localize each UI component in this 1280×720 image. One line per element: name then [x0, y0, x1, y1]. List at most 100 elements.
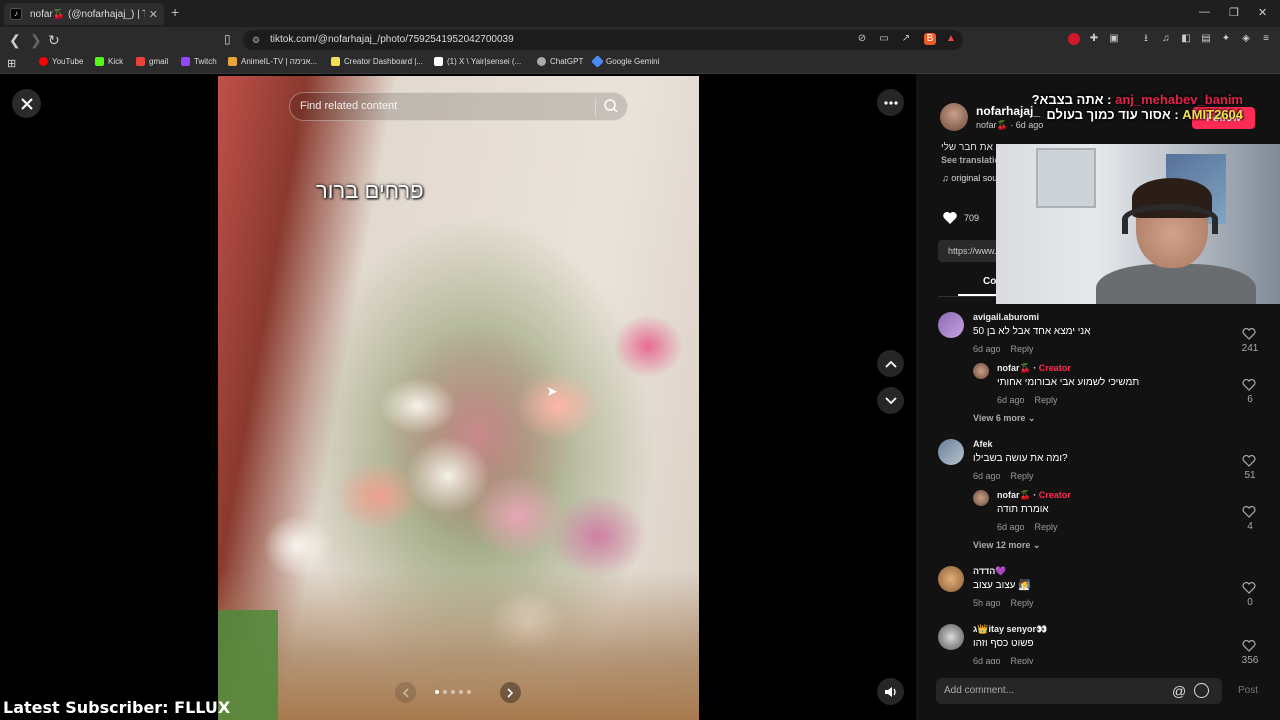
reply-button[interactable]: Reply: [1011, 471, 1034, 481]
address-toolbar: ❮ ❯ ↻ ▯ ⚙ tiktok.com/@nofarhajaj_/photo/…: [0, 27, 1280, 53]
reply-button[interactable]: Reply: [1011, 344, 1034, 354]
browser-tab[interactable]: ♪ nofar🍒 (@nofarhajaj_) | TikT... ✕: [4, 3, 164, 25]
brave-shield-icon[interactable]: B: [924, 33, 936, 45]
bookmark-icon[interactable]: ▯: [224, 32, 231, 46]
translate-icon[interactable]: ⊘: [856, 33, 868, 45]
bookmark-gemini[interactable]: Google Gemini: [591, 55, 659, 68]
share-icon[interactable]: ↗: [900, 33, 912, 45]
menu-icon[interactable]: ≡: [1260, 33, 1272, 45]
avatar[interactable]: [973, 490, 989, 506]
comment-author[interactable]: avigail.aburomi: [973, 312, 1039, 322]
comment-like-count: 4: [1247, 521, 1253, 532]
music-note-icon: ♫: [942, 173, 952, 183]
carousel-next-button[interactable]: [500, 682, 521, 703]
bookmark-twitch[interactable]: Twitch: [181, 57, 217, 66]
carousel-dot[interactable]: [467, 690, 471, 694]
mention-icon[interactable]: @: [1172, 678, 1186, 704]
comment-author[interactable]: ג👑itay senyor👀: [973, 624, 1047, 635]
avatar[interactable]: [938, 439, 964, 465]
url-field[interactable]: ⚙ tiktok.com/@nofarhajaj_/photo/75925419…: [243, 30, 963, 50]
related-search-bar[interactable]: Find related content: [289, 92, 628, 121]
flower-bouquet-photo[interactable]: [218, 76, 699, 720]
brave-rewards-icon[interactable]: ▲: [945, 33, 957, 45]
author-avatar[interactable]: [940, 103, 968, 131]
carousel-prev-button[interactable]: [395, 682, 416, 703]
add-comment-input[interactable]: Add comment... @: [936, 678, 1222, 704]
carousel-dot[interactable]: [459, 690, 463, 694]
reply-button[interactable]: Reply: [1011, 656, 1034, 664]
comment-like-icon[interactable]: [1242, 506, 1256, 518]
comment-text: אומרת תודה: [997, 504, 1049, 515]
search-icon[interactable]: [603, 98, 619, 114]
comment-like-icon[interactable]: [1242, 455, 1256, 467]
bookmark-gmail[interactable]: gmail: [136, 57, 168, 66]
bookmark-creator-dashboard[interactable]: Creator Dashboard |...: [331, 57, 423, 66]
avatar[interactable]: [938, 566, 964, 592]
reply-button[interactable]: Reply: [1011, 598, 1034, 608]
new-tab-button[interactable]: +: [171, 4, 179, 20]
comment-like-icon[interactable]: [1242, 379, 1256, 391]
streamer-webcam-overlay: [996, 144, 1280, 304]
avatar[interactable]: [938, 312, 964, 338]
view-more-replies-button[interactable]: View 6 more ⌄: [973, 413, 1035, 424]
bookmark-youtube[interactable]: YouTube: [39, 57, 83, 66]
reply-button[interactable]: Reply: [1035, 395, 1058, 405]
comment-like-icon[interactable]: [1242, 582, 1256, 594]
chevron-down-icon: ⌄: [1032, 540, 1041, 550]
avatar[interactable]: [973, 363, 989, 379]
next-post-button[interactable]: [877, 387, 904, 414]
tab-close-icon[interactable]: ✕: [149, 8, 158, 21]
comment-item: ג👑itay senyor👀 פשוט כסף וזהו 6d ago Reply…: [916, 624, 1280, 664]
comment-author[interactable]: nofar🍒 · Creator: [997, 490, 1071, 501]
extensions-icon[interactable]: ✚: [1088, 33, 1100, 45]
apps-icon[interactable]: ⊞: [7, 57, 16, 70]
screenshot-icon[interactable]: ▣: [1108, 33, 1120, 45]
previous-post-button[interactable]: [877, 350, 904, 377]
sidebar-icon[interactable]: ◧: [1180, 33, 1192, 45]
post-comment-button[interactable]: Post: [1238, 685, 1258, 696]
comment-text: ומה את עושה בשבילו?: [973, 453, 1068, 464]
minimize-button[interactable]: —: [1199, 6, 1210, 18]
back-button[interactable]: ❮: [9, 32, 21, 49]
carousel-dot[interactable]: [435, 690, 439, 694]
vpn-icon[interactable]: ◈: [1240, 33, 1252, 45]
comment-like-icon[interactable]: [1242, 640, 1256, 652]
bookmark-chatgpt[interactable]: ChatGPT: [537, 57, 583, 66]
leo-icon[interactable]: ✦: [1220, 33, 1232, 45]
twitch-icon: [181, 57, 190, 66]
media-icon[interactable]: ♫: [1160, 33, 1172, 45]
site-info-icon[interactable]: ⚙: [252, 30, 260, 50]
wallet-icon[interactable]: ▤: [1200, 33, 1212, 45]
bookmark-x[interactable]: (1) X \ Yair|sensei (...: [434, 57, 521, 66]
comment-author[interactable]: nofar🍒 · Creator: [997, 363, 1071, 374]
emoji-icon[interactable]: [1194, 683, 1209, 698]
carousel-dot[interactable]: [443, 690, 447, 694]
bookmark-animeil[interactable]: AnimeIL-TV | אנימה...: [228, 57, 317, 66]
restore-button[interactable]: ❐: [1229, 6, 1239, 19]
opera-extension-icon[interactable]: [1068, 33, 1080, 45]
forward-button[interactable]: ❯: [30, 32, 42, 49]
avatar[interactable]: [938, 624, 964, 650]
window-close-button[interactable]: ✕: [1258, 6, 1267, 19]
speaker-icon: [884, 686, 896, 697]
cast-icon[interactable]: ▭: [878, 33, 890, 45]
comment-author[interactable]: Afek: [973, 439, 993, 449]
reply-button[interactable]: Reply: [1035, 522, 1058, 532]
chat-text: אתה בצבא?: [1031, 92, 1104, 107]
downloads-icon[interactable]: ⭳: [1140, 33, 1152, 45]
volume-button[interactable]: [877, 678, 904, 705]
like-button[interactable]: 709: [942, 211, 979, 225]
gemini-icon: [591, 55, 604, 68]
more-options-button[interactable]: [877, 89, 904, 116]
more-icon: [883, 100, 898, 105]
comment-author[interactable]: הדדה💜: [973, 566, 1007, 577]
bookmark-kick[interactable]: Kick: [95, 57, 123, 66]
post-description: את חבר שלי: [941, 142, 993, 153]
chat-username: AMIT2604: [1182, 107, 1243, 122]
close-icon: [20, 97, 33, 110]
view-more-replies-button[interactable]: View 12 more ⌄: [973, 540, 1040, 551]
carousel-dot[interactable]: [451, 690, 455, 694]
close-viewer-button[interactable]: [12, 89, 41, 118]
comment-like-icon[interactable]: [1242, 328, 1256, 340]
reload-button[interactable]: ↻: [48, 32, 60, 49]
